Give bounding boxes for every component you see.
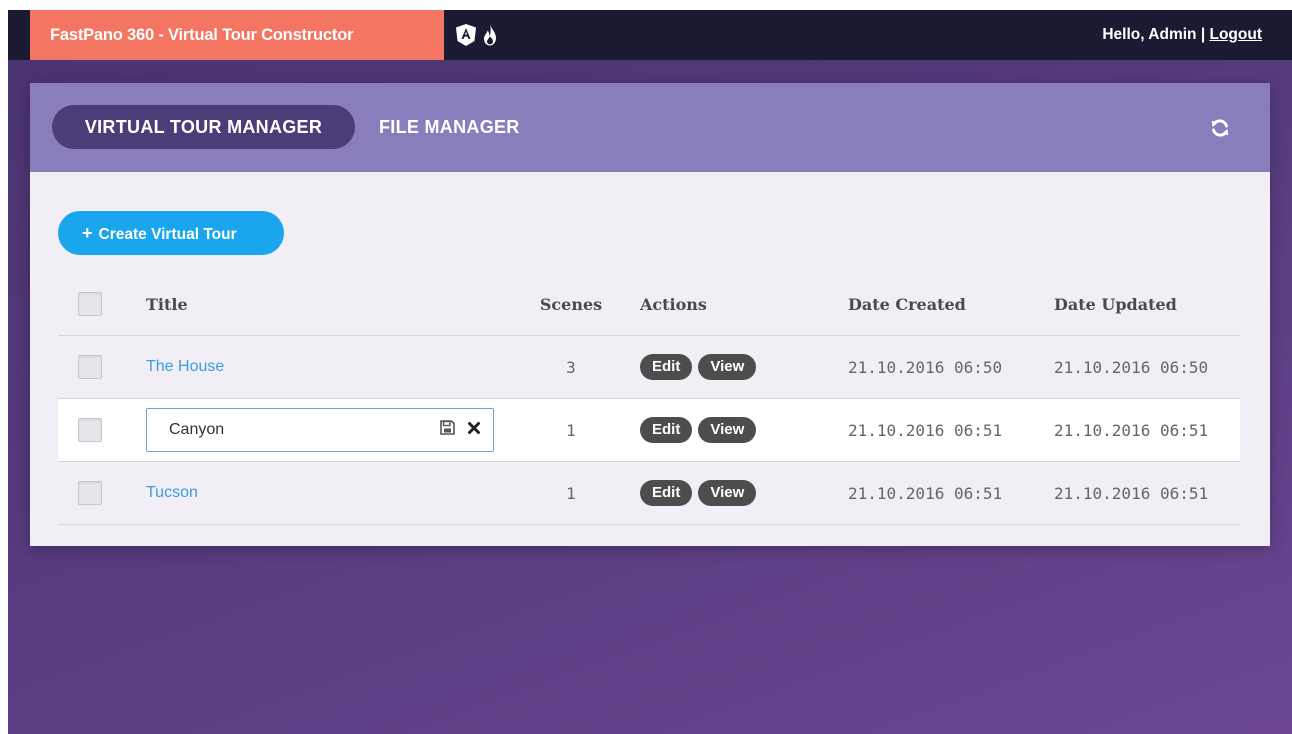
edit-button[interactable]: Edit bbox=[640, 354, 693, 380]
date-updated: 21.10.2016 06:50 bbox=[1054, 357, 1209, 377]
app-background: FastPano 360 - Virtual Tour Constructor … bbox=[8, 10, 1292, 734]
table-header: Title Scenes Actions Date Created Date U… bbox=[58, 273, 1240, 336]
card-header: VIRTUAL TOUR MANAGER FILE MANAGER bbox=[30, 83, 1270, 172]
top-bar: FastPano 360 - Virtual Tour Constructor … bbox=[8, 10, 1292, 60]
app-title: FastPano 360 - Virtual Tour Constructor bbox=[30, 10, 444, 60]
tech-icons bbox=[455, 23, 499, 47]
create-virtual-tour-button[interactable]: + Create Virtual Tour bbox=[58, 211, 284, 255]
date-created: 21.10.2016 06:51 bbox=[848, 420, 1003, 440]
row-checkbox[interactable] bbox=[78, 355, 102, 379]
scenes-count: 1 bbox=[566, 483, 576, 503]
tour-manager-card: VIRTUAL TOUR MANAGER FILE MANAGER + Creat… bbox=[30, 83, 1270, 546]
refresh-icon[interactable] bbox=[1210, 118, 1230, 138]
row-checkbox[interactable] bbox=[78, 481, 102, 505]
tour-title-link[interactable]: The House bbox=[146, 358, 224, 376]
edit-button[interactable]: Edit bbox=[640, 480, 693, 506]
date-updated: 21.10.2016 06:51 bbox=[1054, 483, 1209, 503]
edit-button[interactable]: Edit bbox=[640, 417, 693, 443]
title-edit-input[interactable] bbox=[169, 421, 409, 439]
tour-title-link[interactable]: Tucson bbox=[146, 484, 198, 502]
view-button[interactable]: View bbox=[698, 354, 757, 380]
separator: | bbox=[1200, 26, 1206, 43]
tours-table: Title Scenes Actions Date Created Date U… bbox=[58, 273, 1240, 525]
table-row: The House 3 Edit View 21.10.2016 06:50 2… bbox=[58, 336, 1240, 399]
angular-icon bbox=[455, 23, 477, 47]
row-checkbox[interactable] bbox=[78, 418, 102, 442]
save-icon[interactable] bbox=[440, 420, 455, 439]
tab-virtual-tour-manager[interactable]: VIRTUAL TOUR MANAGER bbox=[52, 105, 355, 149]
create-button-label: Create Virtual Tour bbox=[98, 226, 237, 243]
tab-file-manager[interactable]: FILE MANAGER bbox=[379, 105, 520, 149]
table-row-editing: 1 Edit View 21.10.2016 06:51 21.10.2016 … bbox=[58, 399, 1240, 462]
view-button[interactable]: View bbox=[698, 480, 757, 506]
select-all-checkbox[interactable] bbox=[78, 292, 102, 316]
view-button[interactable]: View bbox=[698, 417, 757, 443]
logout-link[interactable]: Logout bbox=[1209, 26, 1262, 43]
scenes-count: 1 bbox=[566, 420, 576, 440]
user-area: Hello, Admin | Logout bbox=[1102, 10, 1262, 60]
title-edit-box bbox=[146, 408, 494, 452]
plus-icon: + bbox=[82, 223, 93, 243]
greeting: Hello, Admin bbox=[1102, 26, 1197, 43]
scenes-count: 3 bbox=[566, 357, 576, 377]
column-scenes[interactable]: Scenes bbox=[526, 273, 616, 335]
firebase-icon bbox=[481, 23, 499, 47]
column-date-updated[interactable]: Date Updated bbox=[1054, 273, 1244, 335]
column-actions: Actions bbox=[640, 294, 707, 314]
column-date-created[interactable]: Date Created bbox=[848, 273, 1048, 335]
close-icon[interactable] bbox=[467, 420, 481, 439]
date-created: 21.10.2016 06:51 bbox=[848, 483, 1003, 503]
table-row: Tucson 1 Edit View 21.10.2016 06:51 21.1… bbox=[58, 462, 1240, 525]
column-title[interactable]: Title bbox=[146, 273, 506, 335]
date-created: 21.10.2016 06:50 bbox=[848, 357, 1003, 377]
date-updated: 21.10.2016 06:51 bbox=[1054, 420, 1209, 440]
